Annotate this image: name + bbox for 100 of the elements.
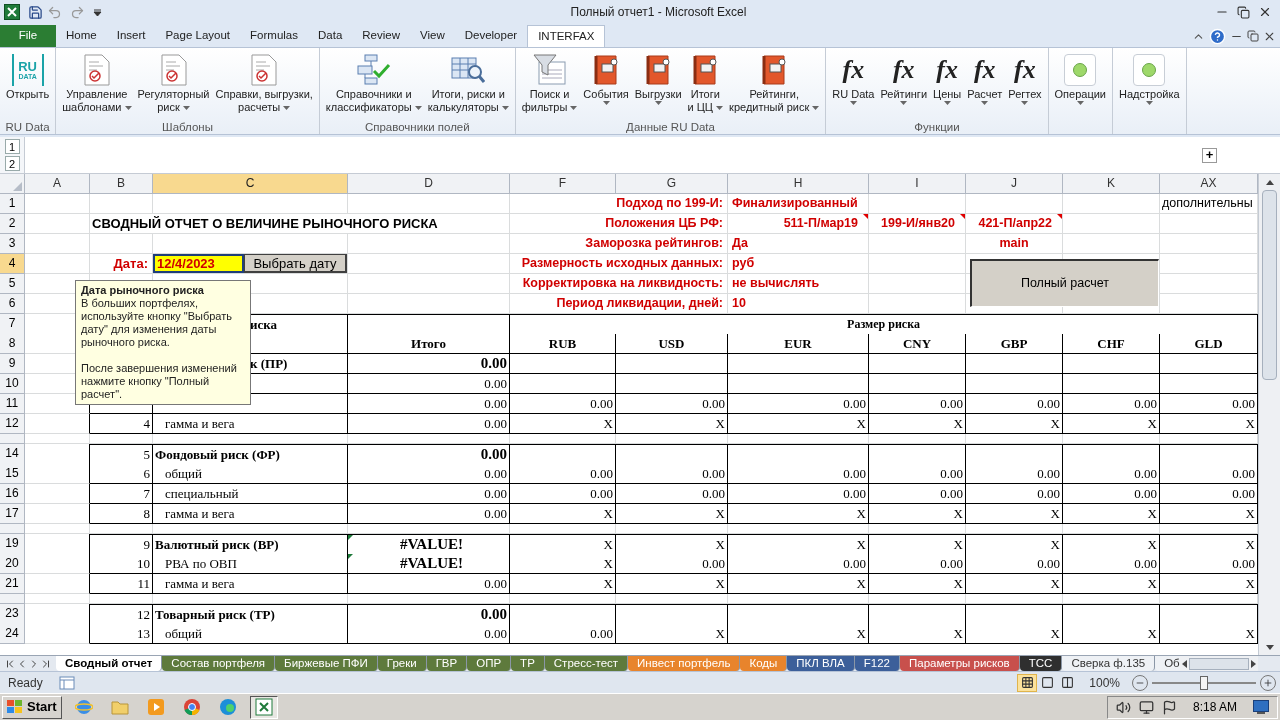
outline-level-button[interactable]: 1 (4, 139, 20, 154)
scroll-up-icon[interactable] (1265, 179, 1274, 185)
start-button[interactable]: Start (2, 695, 62, 719)
ribbon-button[interactable]: Рейтинги, кредитный риск (726, 48, 823, 120)
sheet-tab[interactable]: F122 (854, 656, 900, 671)
show-desktop-icon[interactable] (1253, 700, 1269, 714)
row-header[interactable]: 23 (0, 604, 25, 624)
column-header[interactable]: K (1063, 174, 1160, 194)
ribbon-tab[interactable]: View (410, 25, 455, 47)
row-header[interactable]: 9 (0, 354, 25, 374)
sheet-tab[interactable]: Параметры рисков (900, 656, 1020, 671)
zoom-slider-thumb[interactable] (1200, 675, 1208, 690)
ribbon-tab[interactable]: Review (352, 25, 410, 47)
taskbar-button[interactable] (249, 695, 278, 719)
ribbon-button[interactable]: События (580, 48, 632, 120)
row-header[interactable]: 16 (0, 484, 25, 504)
ribbon-button[interactable]: Поиск и фильтры (518, 48, 581, 120)
column-header[interactable]: I (869, 174, 966, 194)
ribbon-button[interactable]: Справки, выгрузки, расчеты (212, 48, 316, 120)
expand-button[interactable]: + (1202, 147, 1217, 163)
ribbon-tab[interactable]: Formulas (240, 25, 308, 47)
row-header[interactable]: 8 (0, 334, 25, 354)
row-header[interactable]: 2 (0, 214, 25, 234)
sheet-tab[interactable]: ТР (511, 656, 545, 671)
date-field[interactable]: 12/4/2023 (153, 254, 244, 273)
sheet-tab[interactable]: ОПР (467, 656, 512, 671)
row-header[interactable]: 10 (0, 374, 25, 394)
ribbon-button[interactable]: Итоги и ЦЦ (684, 48, 727, 120)
network-icon[interactable] (1138, 699, 1154, 715)
ribbon-button[interactable]: Регуляторный риск (134, 48, 213, 120)
row-header[interactable]: 20 (0, 554, 25, 574)
ribbon-button[interactable]: fx Рейтинги (877, 48, 931, 120)
first-sheet-icon[interactable] (4, 657, 16, 670)
row-header[interactable]: 3 (0, 234, 25, 254)
row-header[interactable]: 19 (0, 534, 25, 554)
scroll-left-icon[interactable] (1182, 659, 1187, 668)
ribbon-button[interactable]: fx Регтех (1005, 48, 1045, 120)
ribbon-tab[interactable]: INTERFAX (527, 25, 606, 47)
column-header[interactable]: D (348, 174, 510, 194)
row-header[interactable]: 14 (0, 444, 25, 464)
full-calculation-button[interactable]: Полный расчет (970, 259, 1159, 307)
pick-date-button[interactable]: Выбрать дату (244, 254, 347, 273)
customize-toolbar-icon[interactable] (93, 7, 102, 17)
last-sheet-icon[interactable] (40, 657, 52, 670)
ribbon-button[interactable]: fx RU Data (829, 48, 878, 120)
ribbon-tab[interactable]: Data (308, 25, 353, 47)
outline-level-button[interactable]: 2 (4, 156, 20, 171)
sheet-tab[interactable]: Биржевые ПФИ (275, 656, 378, 671)
scroll-right-icon[interactable] (1251, 659, 1256, 668)
row-header[interactable]: 7 (0, 314, 25, 334)
ribbon-tab[interactable]: Page Layout (155, 25, 241, 47)
sheet-tab[interactable]: Об (1155, 656, 1180, 671)
excel-app-icon[interactable] (4, 4, 20, 20)
sheet-tab[interactable]: Сверка ф.135 (1062, 656, 1156, 671)
close-icon[interactable] (1258, 5, 1272, 19)
ribbon-button[interactable]: Итоги, риски и калькуляторы (424, 48, 512, 120)
column-header[interactable]: J (966, 174, 1063, 194)
flag-icon[interactable] (1161, 699, 1177, 715)
scroll-down-icon[interactable] (1265, 644, 1274, 650)
horizontal-scrollbar[interactable] (1180, 656, 1258, 671)
column-header[interactable]: H (728, 174, 869, 194)
sheet-tab[interactable]: ГВР (426, 656, 468, 671)
ribbon-tab[interactable]: File (0, 25, 56, 47)
ribbon-button[interactable]: Справочники и классификаторы (322, 48, 425, 120)
ribbon-tab[interactable]: Developer (454, 25, 528, 47)
ribbon-tab[interactable]: Home (56, 25, 107, 47)
column-header[interactable]: A (25, 174, 90, 194)
column-header[interactable]: C (153, 174, 348, 194)
row-header[interactable]: 6 (0, 294, 25, 314)
sheet-tab[interactable]: Греки (377, 656, 427, 671)
ribbon-button[interactable]: Надстройка (1116, 48, 1183, 120)
vertical-scrollbar[interactable] (1258, 174, 1280, 655)
sheet-tab[interactable]: Стресс-тест (544, 656, 629, 671)
sheet-tab[interactable]: ТСС (1019, 656, 1063, 671)
row-header[interactable]: 15 (0, 464, 25, 484)
ribbon-button[interactable]: Управление шаблонами (59, 48, 135, 120)
ribbon-button[interactable]: Операции (1051, 48, 1110, 120)
help-icon[interactable] (1209, 27, 1226, 45)
sheet-tab[interactable]: Состав портфеля (162, 656, 276, 671)
sheet-tab[interactable]: Сводный отчет (56, 656, 163, 671)
ribbon-button[interactable]: fx Цены (930, 48, 965, 120)
row-header[interactable]: 5 (0, 274, 25, 294)
restore-icon[interactable] (1237, 5, 1250, 19)
row-header[interactable]: 17 (0, 504, 25, 524)
save-icon[interactable] (28, 4, 43, 20)
row-header[interactable]: 4 (0, 254, 25, 274)
ribbon-tab[interactable]: Insert (106, 25, 156, 47)
column-header[interactable]: F (510, 174, 616, 194)
column-header[interactable]: G (616, 174, 728, 194)
row-header[interactable]: 12 (0, 414, 25, 434)
view-button[interactable] (1017, 673, 1038, 692)
row-header[interactable]: 11 (0, 394, 25, 414)
sheet-tab[interactable]: ПКЛ ВЛА (787, 656, 855, 671)
volume-icon[interactable] (1115, 699, 1131, 715)
row-header[interactable]: 21 (0, 574, 25, 594)
ribbon-button[interactable]: fx Расчет (964, 48, 1006, 120)
ribbon-button[interactable]: Выгрузки (631, 48, 685, 120)
zoom-level[interactable]: 100% (1077, 673, 1132, 692)
row-header[interactable]: 24 (0, 624, 25, 644)
row-header[interactable]: 1 (0, 194, 25, 214)
